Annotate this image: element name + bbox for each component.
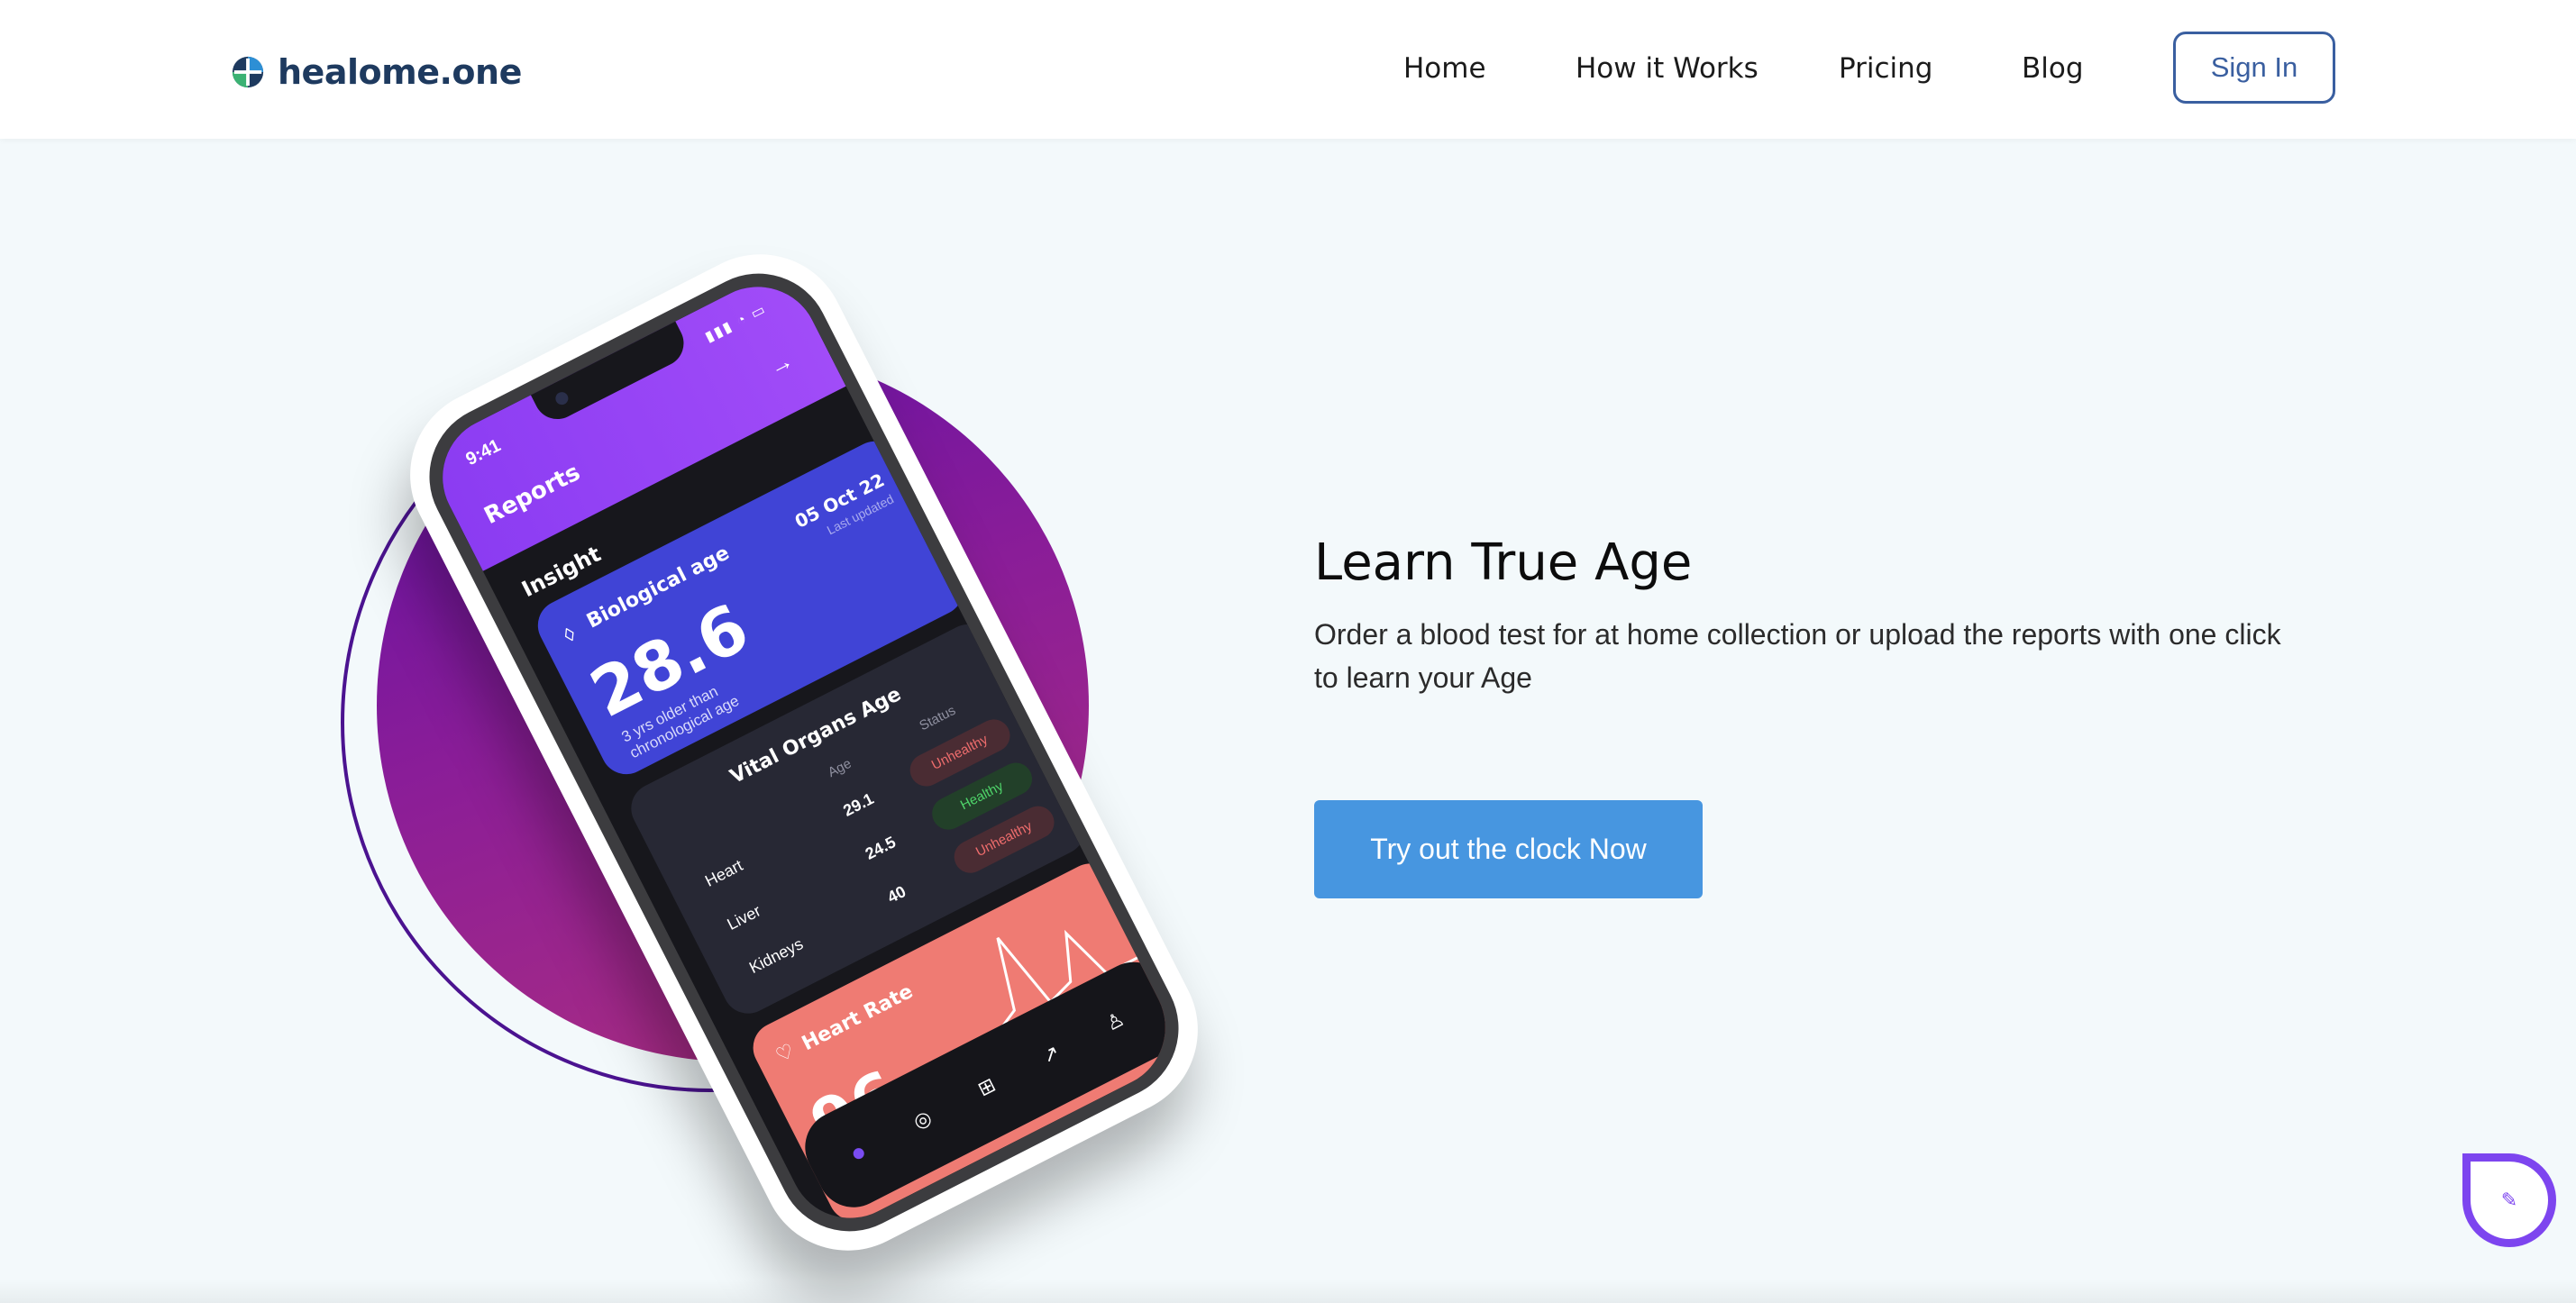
pencil-icon: ✎ bbox=[2500, 1189, 2518, 1211]
top-navbar: healome.one Home How it Works Pricing Bl… bbox=[0, 0, 2576, 139]
phone-screen: 9:41 ▮▮▮ ◔ ▭ Reports → Insight ◊ Biologi… bbox=[421, 265, 1187, 1240]
camera-icon bbox=[553, 389, 571, 407]
sign-in-button[interactable]: Sign In bbox=[2173, 32, 2335, 104]
profile-icon[interactable]: ♙ bbox=[1093, 1000, 1137, 1043]
phone-mockup: 9:41 ▮▮▮ ◔ ▭ Reports → Insight ◊ Biologi… bbox=[335, 194, 1229, 1280]
organ-name: Liver bbox=[724, 901, 764, 934]
hero-title: Learn True Age bbox=[1314, 533, 1693, 592]
nav-home[interactable]: Home bbox=[1403, 47, 1486, 90]
trend-icon[interactable]: ↗ bbox=[1029, 1033, 1073, 1076]
brand-name: healome.one bbox=[278, 52, 522, 92]
col-age-header: Age bbox=[825, 755, 854, 781]
activity-icon[interactable]: ◎ bbox=[900, 1098, 944, 1142]
nav-how-it-works[interactable]: How it Works bbox=[1576, 47, 1758, 90]
brand-logo[interactable]: healome.one bbox=[231, 52, 522, 92]
organ-age: 29.1 bbox=[840, 789, 877, 820]
logo-mark-icon bbox=[232, 56, 264, 88]
dna-icon: ◊ bbox=[560, 622, 580, 648]
phone-frame: 9:41 ▮▮▮ ◔ ▭ Reports → Insight ◊ Biologi… bbox=[379, 224, 1229, 1280]
app-title: Reports bbox=[480, 459, 585, 531]
nav-pricing[interactable]: Pricing bbox=[1839, 47, 1933, 90]
heart-rate-label: Heart Rate bbox=[798, 980, 918, 1056]
arrow-right-icon: → bbox=[763, 346, 798, 381]
organ-age: 40 bbox=[884, 882, 909, 907]
organ-name: Heart bbox=[701, 856, 746, 890]
organ-age: 24.5 bbox=[862, 833, 900, 863]
organ-name: Kidneys bbox=[746, 934, 807, 978]
bottom-divider bbox=[0, 1280, 2576, 1303]
col-status-header: Status bbox=[917, 702, 959, 734]
home-icon[interactable]: ● bbox=[836, 1131, 880, 1174]
status-icons: ▮▮▮ ◔ ▭ bbox=[702, 301, 770, 346]
nav-blog[interactable]: Blog bbox=[2022, 47, 2084, 90]
add-icon[interactable]: ⊞ bbox=[965, 1065, 1009, 1108]
status-time: 9:41 bbox=[462, 435, 505, 470]
try-clock-button[interactable]: Try out the clock Now bbox=[1314, 800, 1703, 898]
hero-subtitle: Order a blood test for at home collectio… bbox=[1314, 618, 2281, 694]
heart-pulse-icon: ♡ bbox=[772, 1038, 799, 1068]
feedback-widget[interactable]: ✎ bbox=[2462, 1153, 2556, 1247]
